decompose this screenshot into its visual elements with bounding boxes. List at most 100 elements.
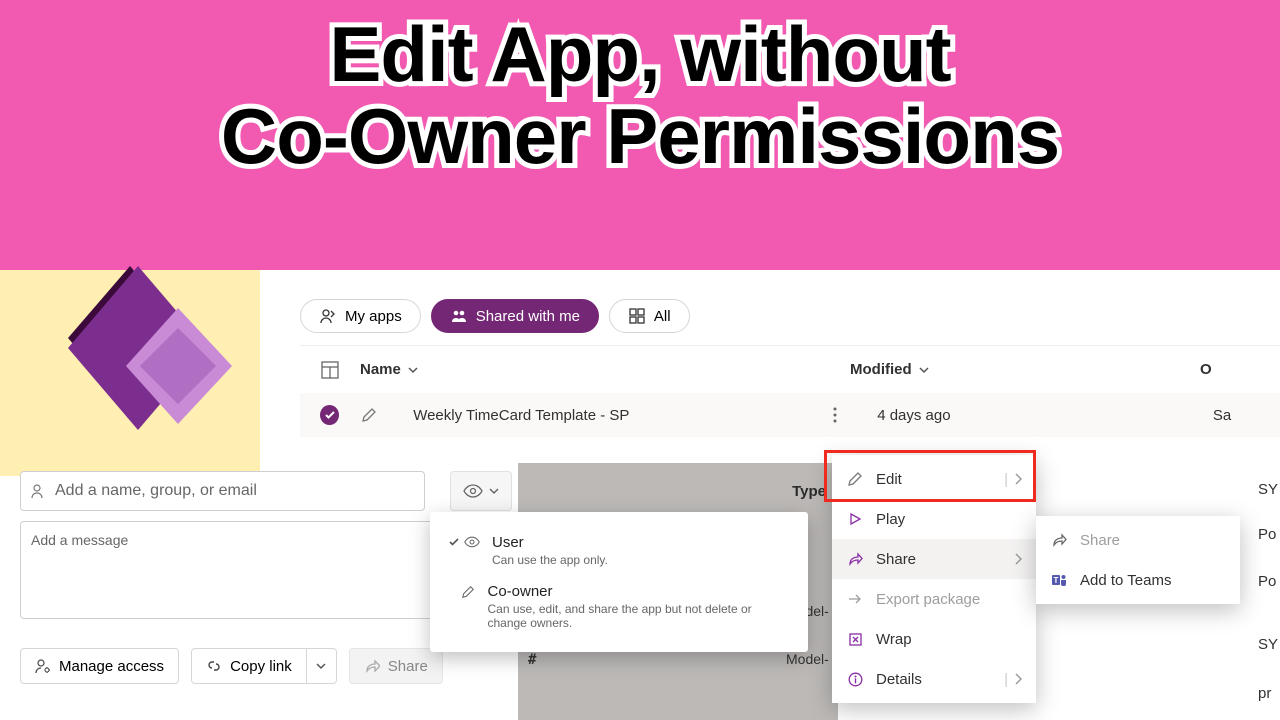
copy-link-button[interactable]: Copy link: [191, 648, 307, 684]
share-button-label: Share: [388, 658, 428, 675]
row-more-actions[interactable]: [833, 407, 837, 423]
copy-link-caret[interactable]: [307, 648, 337, 684]
app-name-cell: Weekly TimeCard Template - SP: [413, 407, 833, 424]
role-user-title: User: [492, 534, 608, 551]
owner-stub: SY: [1258, 636, 1278, 653]
ctx-wrap-label: Wrap: [876, 631, 912, 648]
filter-all[interactable]: All: [609, 299, 690, 333]
row-selected-indicator[interactable]: [320, 405, 339, 425]
owner-stub: Po: [1258, 573, 1276, 590]
ctx-edit-label: Edit: [876, 471, 902, 488]
pencil-icon: [846, 470, 864, 488]
message-counter: 0 / 500: [20, 623, 493, 638]
app-table-row[interactable]: Weekly TimeCard Template - SP 4 days ago…: [300, 393, 1280, 437]
share-icon: [846, 550, 864, 568]
ctx-export-label: Export package: [876, 591, 980, 608]
grid-icon: [628, 307, 646, 325]
eye-icon: [463, 484, 483, 498]
chevron-right-icon: [1014, 473, 1022, 485]
column-name-header[interactable]: Name: [360, 361, 850, 378]
chevron-down-icon: [489, 487, 499, 495]
role-dropdown: User Can use the app only. Co-owner Can …: [430, 512, 808, 652]
message-placeholder: Add a message: [31, 532, 128, 548]
filter-shared-label: Shared with me: [476, 308, 580, 325]
ctx-share[interactable]: Share: [832, 539, 1036, 579]
powerapps-logo: [60, 256, 240, 456]
share-panel: Add a name, group, or email Add a messag…: [20, 471, 425, 638]
share-icon: [1050, 531, 1068, 549]
teams-icon: T: [1050, 571, 1068, 589]
share-actions-row: Manage access Copy link Share: [20, 648, 443, 684]
chevron-right-icon: [1014, 553, 1022, 565]
role-coowner-option[interactable]: Co-owner Can use, edit, and share the ap…: [430, 575, 808, 638]
app-table-header: Name Modified O: [300, 345, 1280, 393]
ctx-wrap[interactable]: Wrap: [832, 619, 1036, 659]
chevron-down-icon: [918, 364, 930, 376]
eye-icon: [464, 536, 480, 548]
add-people-placeholder: Add a name, group, or email: [55, 482, 257, 500]
column-modified-header[interactable]: Modified: [850, 361, 1200, 378]
ctx-share-label: Share: [876, 551, 916, 568]
chevron-down-icon: [407, 364, 419, 376]
wrap-icon: [846, 630, 864, 648]
ctx-play-label: Play: [876, 511, 905, 528]
role-user-option[interactable]: User Can use the app only.: [430, 526, 808, 575]
filter-my-apps[interactable]: My apps: [300, 299, 421, 333]
submenu-share-label: Share: [1080, 532, 1120, 549]
app-type-model2: Model-: [786, 651, 829, 667]
submenu-add-teams-label: Add to Teams: [1080, 572, 1171, 589]
hero-title: Edit App, without Co-Owner Permissions: [0, 0, 1280, 178]
ctx-play[interactable]: Play: [832, 499, 1036, 539]
people-icon: [450, 307, 468, 325]
ctx-export-package[interactable]: Export package: [832, 579, 1036, 619]
column-name-label: Name: [360, 361, 401, 378]
submenu-share[interactable]: Share: [1036, 520, 1240, 560]
filter-pill-row: My apps Shared with me All: [300, 299, 690, 333]
role-dropdown-button[interactable]: [450, 471, 512, 511]
link-icon: [206, 658, 222, 674]
filter-shared-with-me[interactable]: Shared with me: [431, 299, 599, 333]
chevron-right-icon: [1014, 673, 1022, 685]
share-submenu: Share T Add to Teams: [1036, 516, 1240, 604]
owner-stub: Po: [1258, 526, 1276, 543]
column-select-header[interactable]: [300, 361, 360, 379]
pencil-icon: [461, 585, 475, 599]
svg-text:T: T: [1054, 576, 1059, 585]
manage-access-button[interactable]: Manage access: [20, 648, 179, 684]
owner-stub: pr: [1258, 685, 1271, 702]
role-coowner-title: Co-owner: [487, 583, 790, 600]
hero-banner: Edit App, without Co-Owner Permissions: [0, 0, 1280, 270]
app-modified-cell: 4 days ago: [877, 407, 1213, 424]
person-gear-icon: [35, 658, 51, 674]
message-textarea[interactable]: Add a message: [20, 521, 493, 619]
role-user-subtitle: Can use the app only.: [492, 553, 608, 567]
edit-pencil-icon[interactable]: [361, 407, 377, 423]
column-owner-header[interactable]: O: [1200, 361, 1270, 378]
person-icon: [319, 307, 337, 325]
layout-icon: [321, 361, 339, 379]
filter-all-label: All: [654, 308, 671, 325]
share-button-disabled: Share: [349, 648, 443, 684]
check-icon: [324, 409, 336, 421]
type-column-label: Type: [792, 483, 826, 500]
column-modified-label: Modified: [850, 361, 912, 378]
check-icon: [448, 536, 460, 548]
export-icon: [846, 590, 864, 608]
chevron-down-icon: [316, 662, 326, 670]
ctx-edit[interactable]: Edit |: [832, 459, 1036, 499]
info-icon: [846, 670, 864, 688]
ctx-details[interactable]: Details |: [832, 659, 1036, 699]
copy-link-split-button: Copy link: [191, 648, 337, 684]
owner-stub: SY: [1258, 481, 1278, 498]
play-icon: [846, 510, 864, 528]
role-coowner-subtitle: Can use, edit, and share the app but not…: [487, 602, 790, 630]
filter-my-apps-label: My apps: [345, 308, 402, 325]
copy-link-label: Copy link: [230, 658, 292, 675]
add-people-input[interactable]: Add a name, group, or email: [20, 471, 425, 511]
row-context-menu: Edit | Play Share Export package Wrap De…: [832, 455, 1036, 703]
submenu-add-to-teams[interactable]: T Add to Teams: [1036, 560, 1240, 600]
hero-line1: Edit App, without: [329, 10, 950, 98]
hero-line2: Co-Owner Permissions: [221, 92, 1059, 180]
share-arrow-icon: [364, 658, 380, 674]
person-add-icon: [31, 483, 47, 499]
